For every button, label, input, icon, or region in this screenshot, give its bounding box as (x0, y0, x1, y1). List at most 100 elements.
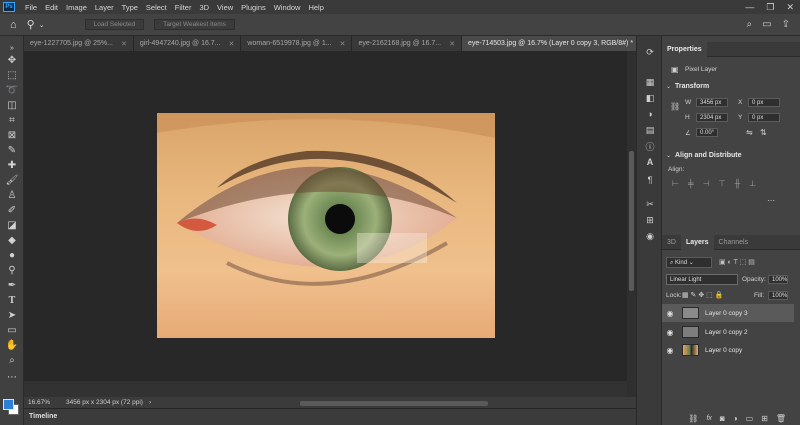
type-tool-icon[interactable]: T (5, 294, 19, 307)
healing-tool-icon[interactable]: ✚ (5, 159, 19, 172)
mask-icon[interactable]: ◙ (720, 414, 725, 423)
chevron-down-icon[interactable]: ⌄ (666, 83, 671, 90)
character-icon[interactable]: A (643, 156, 657, 168)
crop-tool-icon[interactable]: ⌗ (5, 114, 19, 127)
filter-icons[interactable]: ▣ ◐ T ⬚ ▤ (719, 258, 755, 266)
menu-type[interactable]: Type (118, 3, 142, 12)
brush-tool-icon[interactable]: 🖌 (5, 174, 19, 187)
menu-3d[interactable]: 3D (195, 3, 213, 12)
swatches-icon[interactable]: ▦ (643, 76, 657, 88)
tool-presets-icon[interactable]: ✂ (643, 198, 657, 210)
close-icon[interactable]: ✕ (786, 2, 794, 13)
align-bottom-icon[interactable]: ⊥ (749, 179, 756, 188)
marquee-tool-icon[interactable]: ⬚ (5, 69, 19, 82)
new-layer-icon[interactable]: ⊞ (761, 414, 768, 423)
load-selected-button[interactable]: Load Selected (84, 19, 145, 30)
layer-name[interactable]: Layer 0 copy 2 (705, 329, 748, 336)
move-tool-icon[interactable]: ✥ (5, 54, 19, 67)
close-icon[interactable]: ✕ (121, 40, 127, 48)
brush-settings-icon[interactable]: ◧ (643, 92, 657, 104)
angle-field[interactable]: 0.00° (696, 128, 718, 137)
rectangle-tool-icon[interactable]: ▭ (5, 324, 19, 337)
paragraph-icon[interactable]: ¶ (643, 174, 657, 186)
pen-tool-icon[interactable]: ✒ (5, 279, 19, 292)
menu-filter[interactable]: Filter (171, 3, 196, 12)
menu-file[interactable]: File (21, 3, 41, 12)
tab-properties[interactable]: Properties (662, 41, 707, 57)
align-vcenter-icon[interactable]: ╫ (735, 179, 741, 188)
visibility-eye-icon[interactable]: ◉ (662, 346, 678, 355)
menu-select[interactable]: Select (142, 3, 171, 12)
minimize-icon[interactable]: — (745, 2, 754, 12)
lock-icons[interactable]: ▦ ✎ ✥ ⬚ 🔒 (682, 291, 723, 299)
align-right-icon[interactable]: ⊣ (703, 179, 710, 188)
flip-vertical-icon[interactable]: ⇅ (760, 128, 767, 137)
zoom-tool-icon[interactable]: ⌕ (5, 354, 19, 367)
x-field[interactable]: 0 px (748, 98, 780, 107)
dodge-tool-icon[interactable]: ⚲ (5, 264, 19, 277)
timeline-label[interactable]: Timeline (29, 413, 57, 420)
menu-view[interactable]: View (213, 3, 237, 12)
link-icon[interactable]: ⛓ (670, 102, 680, 111)
flip-horizontal-icon[interactable]: ⇋ (746, 128, 753, 137)
restore-icon[interactable]: ❐ (766, 2, 774, 13)
glyphs-icon[interactable]: ⊞ (643, 214, 657, 226)
height-field[interactable]: 2304 px (696, 113, 728, 122)
tab-3d[interactable]: 3D (662, 235, 681, 250)
search-icon[interactable]: ⌕ (747, 19, 753, 30)
horizontal-scrollbar[interactable] (300, 401, 488, 406)
menu-edit[interactable]: Edit (41, 3, 62, 12)
visibility-eye-icon[interactable]: ◉ (662, 309, 678, 318)
layer-row[interactable]: ◉ Layer 0 copy 2 (662, 323, 794, 341)
doc-tab[interactable]: eye-2162168.jpg @ 16.7... ✕ (352, 36, 462, 51)
scrollbar-thumb[interactable] (629, 151, 634, 291)
menu-layer[interactable]: Layer (91, 3, 118, 12)
document-canvas[interactable] (157, 113, 495, 338)
tab-layers[interactable]: Layers (680, 234, 714, 250)
paint-bucket-icon[interactable]: ◆ (5, 234, 19, 247)
menu-image[interactable]: Image (62, 3, 91, 12)
menu-window[interactable]: Window (270, 3, 305, 12)
navigator-icon[interactable]: ◉ (643, 230, 657, 242)
object-select-tool-icon[interactable]: ⚲ (27, 18, 35, 31)
stamp-tool-icon[interactable]: ♙ (5, 189, 19, 202)
chevron-right-icon[interactable]: › (149, 399, 151, 406)
blur-tool-icon[interactable]: ● (5, 249, 19, 262)
align-left-icon[interactable]: ⊢ (672, 179, 679, 188)
doc-tab-active[interactable]: eye-714503.jpg @ 16.7% (Layer 0 copy 3, … (461, 36, 654, 51)
home-icon[interactable]: ⌂ (10, 19, 17, 31)
opacity-field[interactable]: 100% (768, 275, 788, 284)
align-top-icon[interactable]: ⊤ (719, 179, 726, 188)
trash-icon[interactable]: 🗑 (776, 414, 786, 423)
doc-tab[interactable]: woman-6519978.jpg @ 1... ✕ (241, 36, 353, 51)
layer-row[interactable]: ◉ Layer 0 copy (662, 341, 794, 359)
menu-plugins[interactable]: Plugins (237, 3, 270, 12)
libraries-icon[interactable]: ▤ (643, 124, 657, 136)
history-icon[interactable]: ⟳ (643, 46, 657, 58)
canvas-area[interactable] (24, 51, 627, 381)
menu-help[interactable]: Help (304, 3, 327, 12)
more-options-icon[interactable]: ⋯ (767, 196, 775, 205)
visibility-eye-icon[interactable]: ◉ (662, 328, 678, 337)
doc-tab[interactable]: eye-1227705.jpg @ 25%... ✕ (24, 36, 134, 51)
layer-filter-kind[interactable]: ⌕ Kind ⌄ (666, 257, 712, 268)
fill-field[interactable]: 100% (768, 291, 788, 300)
layer-name[interactable]: Layer 0 copy 3 (705, 310, 748, 317)
frame-tool-icon[interactable]: ⊠ (5, 129, 19, 142)
adjustments-icon[interactable]: ◑ (643, 108, 657, 120)
link-layers-icon[interactable]: ⛓ (688, 414, 698, 423)
doc-tab[interactable]: girl-4947240.jpg @ 16.7... ✕ (133, 36, 242, 51)
transform-title[interactable]: Transform (675, 83, 709, 90)
layer-name[interactable]: Layer 0 copy (705, 347, 742, 354)
eraser-tool-icon[interactable]: ◪ (5, 219, 19, 232)
chevron-down-icon[interactable]: ⌄ (39, 21, 45, 29)
chevron-down-icon[interactable]: ⌄ (666, 152, 671, 159)
close-icon[interactable]: ✕ (449, 40, 455, 48)
eyedropper-tool-icon[interactable]: ✎ (5, 144, 19, 157)
object-select-tool-icon[interactable]: ◫ (5, 99, 19, 112)
lasso-tool-icon[interactable]: ➰ (5, 84, 19, 97)
align-title[interactable]: Align and Distribute (675, 152, 742, 159)
fx-icon[interactable]: fx (706, 415, 711, 422)
align-hcenter-icon[interactable]: ╪ (688, 179, 694, 188)
close-icon[interactable]: ✕ (229, 40, 235, 48)
